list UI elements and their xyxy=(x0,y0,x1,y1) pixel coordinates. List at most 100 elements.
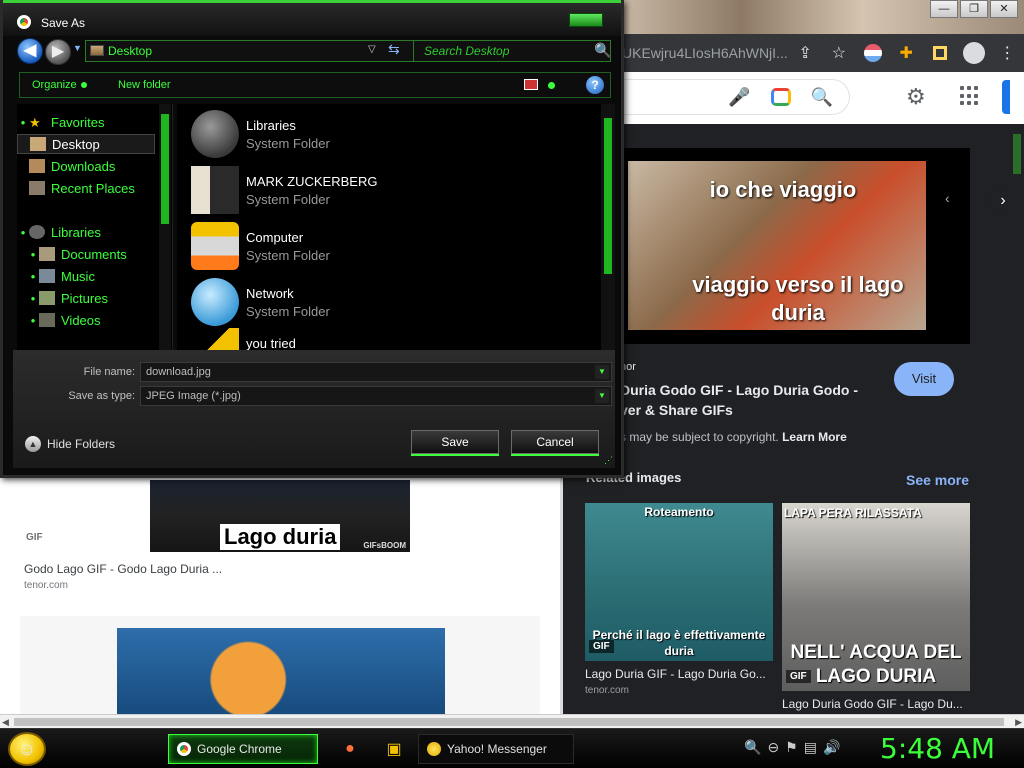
location-breadcrumb[interactable]: Desktop ▽ ⇆ xyxy=(85,40,419,62)
search-input[interactable]: Search Desktop 🔍 xyxy=(413,40,611,62)
scrollbar-thumb[interactable] xyxy=(14,718,1004,726)
related-image-card[interactable]: Roteamento Perché il lago è effettivamen… xyxy=(585,503,773,696)
system-clock[interactable]: 5:48 AM xyxy=(880,732,995,765)
expand-bullet-icon[interactable]: ● xyxy=(17,316,39,325)
search-icon[interactable]: 🔍 xyxy=(594,42,611,59)
nav-favorites[interactable]: ● ★ Favorites xyxy=(17,112,155,132)
related-title[interactable]: Lago Duria Godo GIF - Lago Du... xyxy=(782,697,970,711)
chevron-down-icon[interactable]: ▼ xyxy=(595,365,609,379)
result-image[interactable] xyxy=(117,628,445,714)
related-title[interactable]: Lago Duria GIF - Lago Duria Go... xyxy=(585,667,773,681)
horizontal-scrollbar[interactable]: ◀ ▶ xyxy=(0,714,1024,728)
nav-documents[interactable]: ● Documents xyxy=(17,244,155,264)
file-item-network[interactable]: Network System Folder xyxy=(191,276,571,328)
related-image[interactable]: Roteamento Perché il lago è effettivamen… xyxy=(585,503,773,661)
scrollbar-thumb[interactable] xyxy=(161,114,169,224)
forward-button[interactable]: ▶ xyxy=(45,39,71,65)
file-item-user-folder[interactable]: MARK ZUCKERBERG System Folder xyxy=(191,164,571,216)
result-image[interactable]: Lago duria GIFsBOOM xyxy=(150,480,410,552)
flag-extension-icon[interactable] xyxy=(856,36,890,70)
chevron-down-icon[interactable]: ▼ xyxy=(595,389,609,403)
status-tray-icon[interactable]: ⊖ xyxy=(767,739,779,756)
share-icon[interactable]: ⇪ xyxy=(788,36,822,70)
profile-icon[interactable] xyxy=(957,36,991,70)
visit-button[interactable]: Visit xyxy=(894,362,954,396)
preview-image[interactable]: io che viaggio viaggio verso il lago dur… xyxy=(628,161,926,330)
related-image-card[interactable]: LAPA PERA RILASSATA NELL' ACQUA DEL LAGO… xyxy=(782,503,970,711)
recent-locations-icon[interactable]: ▼ xyxy=(73,43,82,53)
result-title[interactable]: Godo Lago GIF - Godo Lago Duria ... xyxy=(24,562,222,576)
refresh-icon[interactable]: ⇆ xyxy=(388,41,400,58)
menu-icon[interactable]: ⋮ xyxy=(990,36,1024,70)
search-tray-icon[interactable]: 🔍 xyxy=(744,739,761,756)
expand-bullet-icon[interactable]: ● xyxy=(17,294,39,303)
expand-bullet-icon[interactable]: ● xyxy=(17,118,29,127)
maximize-button[interactable]: ❐ xyxy=(960,0,988,18)
help-icon[interactable]: ? xyxy=(586,76,604,94)
volume-icon[interactable]: 🔊 xyxy=(823,739,840,756)
nav-libraries[interactable]: ● Libraries xyxy=(17,222,155,242)
expand-bullet-icon[interactable]: ● xyxy=(17,228,29,237)
preview-caption-bottom: viaggio verso il lago duria xyxy=(692,272,904,325)
explorer-folder-icon[interactable]: ▣ xyxy=(380,734,408,764)
nav-recent-places[interactable]: Recent Places xyxy=(17,178,155,198)
scrollbar-thumb[interactable] xyxy=(1013,134,1021,174)
nav-scrollbar[interactable] xyxy=(159,104,171,350)
minimize-button[interactable]: — xyxy=(930,0,958,18)
nav-pictures[interactable]: ● Pictures xyxy=(17,288,155,308)
action-center-flag-icon[interactable]: ⚑ xyxy=(785,739,798,756)
scroll-left-icon[interactable]: ◀ xyxy=(2,717,9,728)
firefox-icon[interactable]: ● xyxy=(336,734,364,764)
scroll-right-icon[interactable]: ▶ xyxy=(1015,717,1022,728)
nav-videos[interactable]: ● Videos xyxy=(17,310,155,330)
new-folder-button[interactable]: New folder xyxy=(118,79,171,91)
nav-music[interactable]: ● Music xyxy=(17,266,155,286)
file-list-scrollbar[interactable] xyxy=(601,104,615,350)
scrollbar-thumb[interactable] xyxy=(604,118,612,274)
file-item-computer[interactable]: Computer System Folder xyxy=(191,220,571,272)
expand-bullet-icon[interactable]: ● xyxy=(17,272,39,281)
save-button[interactable]: Save xyxy=(411,430,499,454)
search-icon[interactable]: 🔍 xyxy=(811,87,833,108)
carousel-prev-icon[interactable]: ‹ xyxy=(945,190,950,206)
network-tray-icon[interactable]: ▤ xyxy=(804,739,817,756)
learn-more-link[interactable]: Learn More xyxy=(782,430,847,444)
file-item-folder[interactable]: you tried xyxy=(191,326,571,350)
save-type-select[interactable]: JPEG Image (*.jpg) ▼ xyxy=(140,386,612,406)
cancel-button[interactable]: Cancel xyxy=(511,430,599,454)
expand-bullet-icon[interactable]: ● xyxy=(17,250,39,259)
file-name-field[interactable]: download.jpg ▼ xyxy=(140,362,612,382)
sidebar-icon[interactable] xyxy=(923,36,957,70)
sign-in-button-edge[interactable] xyxy=(1002,80,1010,114)
vertical-scrollbar[interactable] xyxy=(1010,124,1024,714)
address-bar-url[interactable]: UKEwjru4LIosH6AhWNjI... xyxy=(620,45,788,61)
nav-desktop[interactable]: Desktop xyxy=(17,134,155,154)
see-more-link[interactable]: See more xyxy=(906,472,969,488)
organize-menu[interactable]: Organize xyxy=(32,79,87,91)
nav-downloads[interactable]: Downloads xyxy=(17,156,155,176)
view-options-icon[interactable] xyxy=(524,79,538,90)
view-dropdown-icon[interactable] xyxy=(548,82,555,89)
star-icon[interactable]: ☆ xyxy=(822,36,856,70)
start-button[interactable]: ☺ xyxy=(8,732,46,766)
related-source[interactable]: tenor.com xyxy=(585,685,773,696)
taskbar-yahoo-button[interactable]: Yahoo! Messenger xyxy=(418,734,574,764)
taskbar-chrome-button[interactable]: Google Chrome xyxy=(168,734,318,764)
related-image[interactable]: LAPA PERA RILASSATA NELL' ACQUA DEL LAGO… xyxy=(782,503,970,691)
settings-gear-icon[interactable]: ⚙ xyxy=(906,84,926,110)
back-button[interactable]: ◀ xyxy=(17,38,43,64)
file-item-libraries[interactable]: Libraries System Folder xyxy=(191,108,571,160)
close-button[interactable]: ✕ xyxy=(990,0,1018,18)
dialog-close-button[interactable] xyxy=(569,13,603,27)
google-lens-icon[interactable] xyxy=(770,88,791,106)
location-text[interactable]: Desktop xyxy=(108,44,152,58)
resize-grip-icon[interactable]: ⋰ xyxy=(604,455,613,466)
preview-title[interactable]: Duria Godo GIF - Lago Duria Godo - ver &… xyxy=(620,380,880,420)
google-apps-icon[interactable] xyxy=(960,86,980,106)
dialog-titlebar[interactable]: Save As xyxy=(3,0,621,36)
chevron-down-icon[interactable]: ▽ xyxy=(368,44,376,55)
microphone-icon[interactable]: 🎤 xyxy=(728,87,750,108)
hide-folders-button[interactable]: ▲ Hide Folders xyxy=(25,436,115,452)
result-source[interactable]: tenor.com xyxy=(24,580,68,591)
puzzle-extension-icon[interactable]: ✚ xyxy=(889,36,923,70)
